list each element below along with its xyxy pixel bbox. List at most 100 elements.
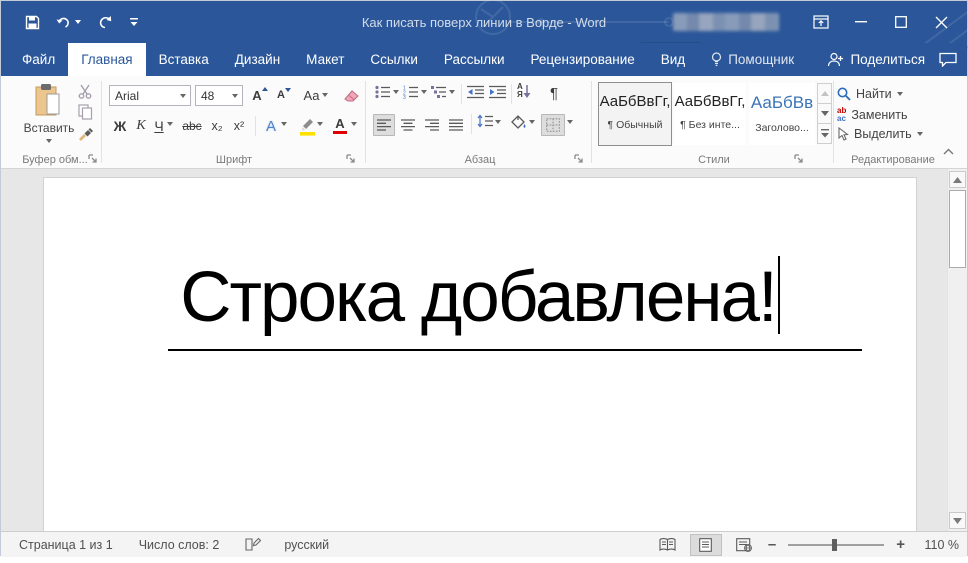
cut-button[interactable] [77,84,93,99]
vertical-scrollbar[interactable] [947,169,967,531]
numbering-button[interactable]: 1 2 3 [403,85,419,99]
tab-review[interactable]: Рецензирование [518,43,648,76]
align-center-button[interactable] [397,114,419,136]
zoom-slider-thumb[interactable] [832,539,837,551]
zoom-level[interactable]: 110 % [913,538,959,552]
shrink-font-button[interactable]: А [273,84,295,106]
web-layout-button[interactable] [728,534,760,556]
highlight-button[interactable] [297,114,317,138]
clipboard-dialog-launcher-icon[interactable] [88,154,99,165]
tab-view[interactable]: Вид [648,43,698,76]
superscript-button[interactable]: x² [229,115,249,137]
customize-qat-button[interactable] [129,17,139,27]
close-button[interactable] [921,1,961,43]
multilevel-dropdown-arrow[interactable] [449,90,455,94]
document-text-line[interactable]: Строка добавлена! [44,256,916,334]
shading-dropdown-arrow[interactable] [529,120,535,124]
undo-dropdown-arrow[interactable] [75,20,81,24]
tab-layout[interactable]: Макет [293,43,357,76]
text-effects-dropdown-arrow[interactable] [281,122,287,126]
print-layout-button[interactable] [690,534,722,556]
zoom-out-button[interactable]: – [766,536,778,553]
bullets-button[interactable] [375,85,391,99]
minimize-button[interactable] [841,1,881,43]
select-dropdown-arrow[interactable] [917,132,923,136]
italic-button[interactable]: К [133,115,149,137]
borders-dropdown-arrow[interactable] [567,120,573,124]
styles-scroll-down-button[interactable] [817,103,832,124]
text-effects-button[interactable]: А [261,114,281,138]
numbering-dropdown-arrow[interactable] [421,90,427,94]
grow-font-button[interactable]: А [249,84,271,106]
underline-button[interactable]: Ч [151,115,167,137]
save-button[interactable] [25,15,40,30]
font-dialog-launcher-icon[interactable] [346,154,357,165]
paste-dropdown-arrow[interactable] [46,139,52,143]
increase-indent-button[interactable] [489,85,506,99]
collapse-ribbon-button[interactable] [943,148,954,155]
line-spacing-dropdown-arrow[interactable] [495,120,501,124]
paragraph-dialog-launcher-icon[interactable] [574,154,585,165]
document-page[interactable]: Строка добавлена! [43,177,917,531]
select-button[interactable]: Выделить [837,127,923,141]
justify-button[interactable] [445,114,467,136]
maximize-button[interactable] [881,1,921,43]
tab-mailings[interactable]: Рассылки [431,43,518,76]
zoom-slider[interactable] [788,544,884,546]
font-color-dropdown-arrow[interactable] [351,122,357,126]
find-button[interactable]: Найти [837,87,903,101]
change-case-button[interactable]: Aa [301,84,331,106]
replace-button[interactable]: ab ac Заменить [837,107,908,122]
style-no-spacing[interactable]: АаБбВвГг, ¶ Без инте... [674,83,746,145]
style-heading[interactable]: АаБбВв Заголово... [749,83,815,145]
tab-home[interactable]: Главная [68,43,145,76]
highlight-dropdown-arrow[interactable] [317,122,323,126]
bold-button[interactable]: Ж [111,115,129,137]
undo-button[interactable] [56,15,81,30]
show-marks-button[interactable]: ¶ [545,82,563,104]
scroll-down-button[interactable] [949,512,966,529]
tab-file[interactable]: Файл [9,43,68,76]
redo-button[interactable] [97,15,113,30]
scroll-up-button[interactable] [949,171,966,188]
multilevel-list-button[interactable] [431,85,447,99]
font-family-combo[interactable]: Arial [109,85,191,106]
sort-button[interactable]: А Я [517,83,531,99]
paste-button[interactable]: Вставить [23,83,75,161]
format-painter-button[interactable] [77,125,93,141]
scrollbar-thumb[interactable] [949,190,966,268]
ribbon-display-options-button[interactable] [801,1,841,43]
feedback-button[interactable] [939,52,957,67]
font-size-combo[interactable]: 48 [195,85,243,106]
zoom-in-button[interactable]: + [894,536,907,553]
share-button[interactable]: Поделиться [827,52,925,67]
styles-scroll-up-button[interactable] [817,83,832,104]
word-count[interactable]: Число слов: 2 [139,538,220,552]
style-normal[interactable]: АаБбВвГг, ¶ Обычный [599,83,671,145]
borders-button[interactable] [541,114,565,136]
shading-button[interactable] [509,114,527,130]
decrease-indent-button[interactable] [467,85,484,99]
bullets-dropdown-arrow[interactable] [393,90,399,94]
find-dropdown-arrow[interactable] [897,92,903,96]
subscript-button[interactable]: x₂ [207,115,227,137]
language-indicator[interactable]: русский [284,538,329,552]
font-color-button[interactable]: А [331,114,349,138]
tab-design[interactable]: Дизайн [222,43,293,76]
tab-assistant[interactable]: Помощник [698,43,807,76]
read-mode-button[interactable] [652,534,684,556]
styles-gallery-more-button[interactable] [817,123,832,144]
styles-dialog-launcher-icon[interactable] [794,154,805,165]
align-right-button[interactable] [421,114,443,136]
page-indicator[interactable]: Страница 1 из 1 [19,538,113,552]
window-title: Как писать поверх линии в Ворде - Word [362,1,606,43]
tab-insert[interactable]: Вставка [146,43,222,76]
clear-formatting-button[interactable] [341,84,363,106]
tab-references[interactable]: Ссылки [357,43,431,76]
proofing-icon[interactable] [245,537,262,552]
copy-button[interactable] [78,104,93,120]
underline-dropdown-arrow[interactable] [167,122,173,126]
line-spacing-button[interactable] [477,114,493,128]
align-left-button[interactable] [373,114,395,136]
strikethrough-button[interactable]: abc [179,115,205,137]
